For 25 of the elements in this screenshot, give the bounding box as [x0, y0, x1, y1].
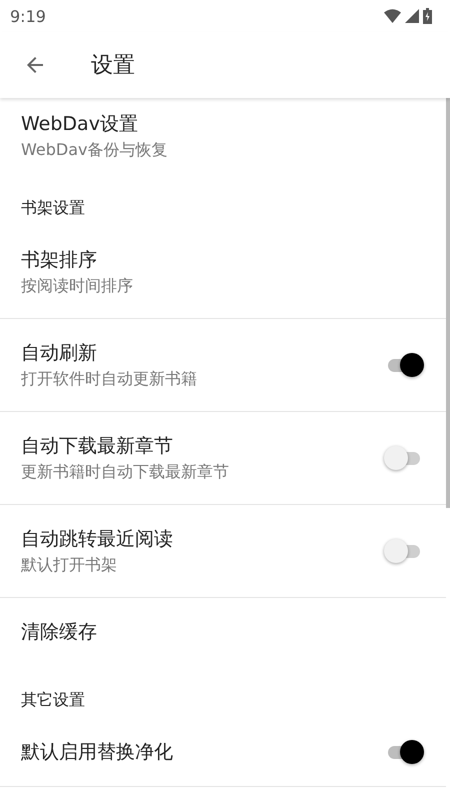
item-summary: 默认打开书架 [21, 554, 117, 576]
item-title: 书架排序 [21, 248, 97, 273]
item-title: 默认启用替换净化 [21, 740, 173, 765]
wifi-icon [384, 9, 401, 23]
item-title: 自动刷新 [21, 341, 97, 366]
category-header: 书架设置 [20, 197, 86, 219]
screen-title: 设置 [91, 52, 135, 80]
item-summary: 更新书籍时自动下载最新章节 [21, 461, 229, 483]
settings-item[interactable]: 清除缓存 [0, 598, 446, 666]
item-title: 自动跳转最近阅读 [21, 527, 173, 552]
item-summary: 打开软件时自动更新书籍 [21, 368, 197, 390]
settings-item[interactable]: 自动跳转最近阅读 默认打开书架 [0, 505, 446, 598]
item-summary: WebDav备份与恢复 [21, 139, 168, 161]
settings-item[interactable]: WebDav设置 WebDav备份与恢复 [0, 98, 446, 174]
item-title: 清除缓存 [21, 620, 97, 645]
item-summary: 按阅读时间排序 [21, 275, 133, 297]
settings-item[interactable]: 自动下载最新章节 更新书籍时自动下载最新章节 [0, 412, 446, 505]
settings-item[interactable]: 自动刷新 打开软件时自动更新书籍 [0, 319, 446, 412]
category-header: 其它设置 [20, 689, 86, 711]
item-title: 自动下载最新章节 [21, 434, 173, 459]
item-title: WebDav设置 [21, 112, 138, 137]
status-time: 9:19 [10, 6, 46, 26]
battery-icon [423, 8, 432, 24]
signal-icon [405, 9, 419, 23]
settings-item[interactable]: 默认启用替换净化 [0, 718, 446, 787]
